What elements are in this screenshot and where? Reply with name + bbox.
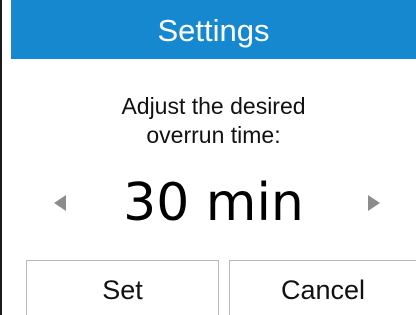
prompt-line-2: overrun time: bbox=[146, 122, 281, 148]
screen-edge-divider bbox=[0, 0, 2, 315]
page-title: Settings bbox=[157, 12, 270, 48]
chevron-right-icon[interactable] bbox=[368, 195, 380, 211]
settings-screen: Settings Adjust the desired overrun time… bbox=[0, 0, 416, 315]
prompt-text: Adjust the desired overrun time: bbox=[11, 92, 416, 150]
prompt-line-1: Adjust the desired bbox=[121, 93, 306, 119]
cancel-button[interactable]: Cancel bbox=[229, 260, 416, 315]
overrun-time-value: 30 min bbox=[123, 173, 304, 233]
header-bar: Settings bbox=[11, 0, 416, 59]
value-selector: 30 min bbox=[11, 168, 416, 238]
set-button[interactable]: Set bbox=[26, 260, 219, 315]
